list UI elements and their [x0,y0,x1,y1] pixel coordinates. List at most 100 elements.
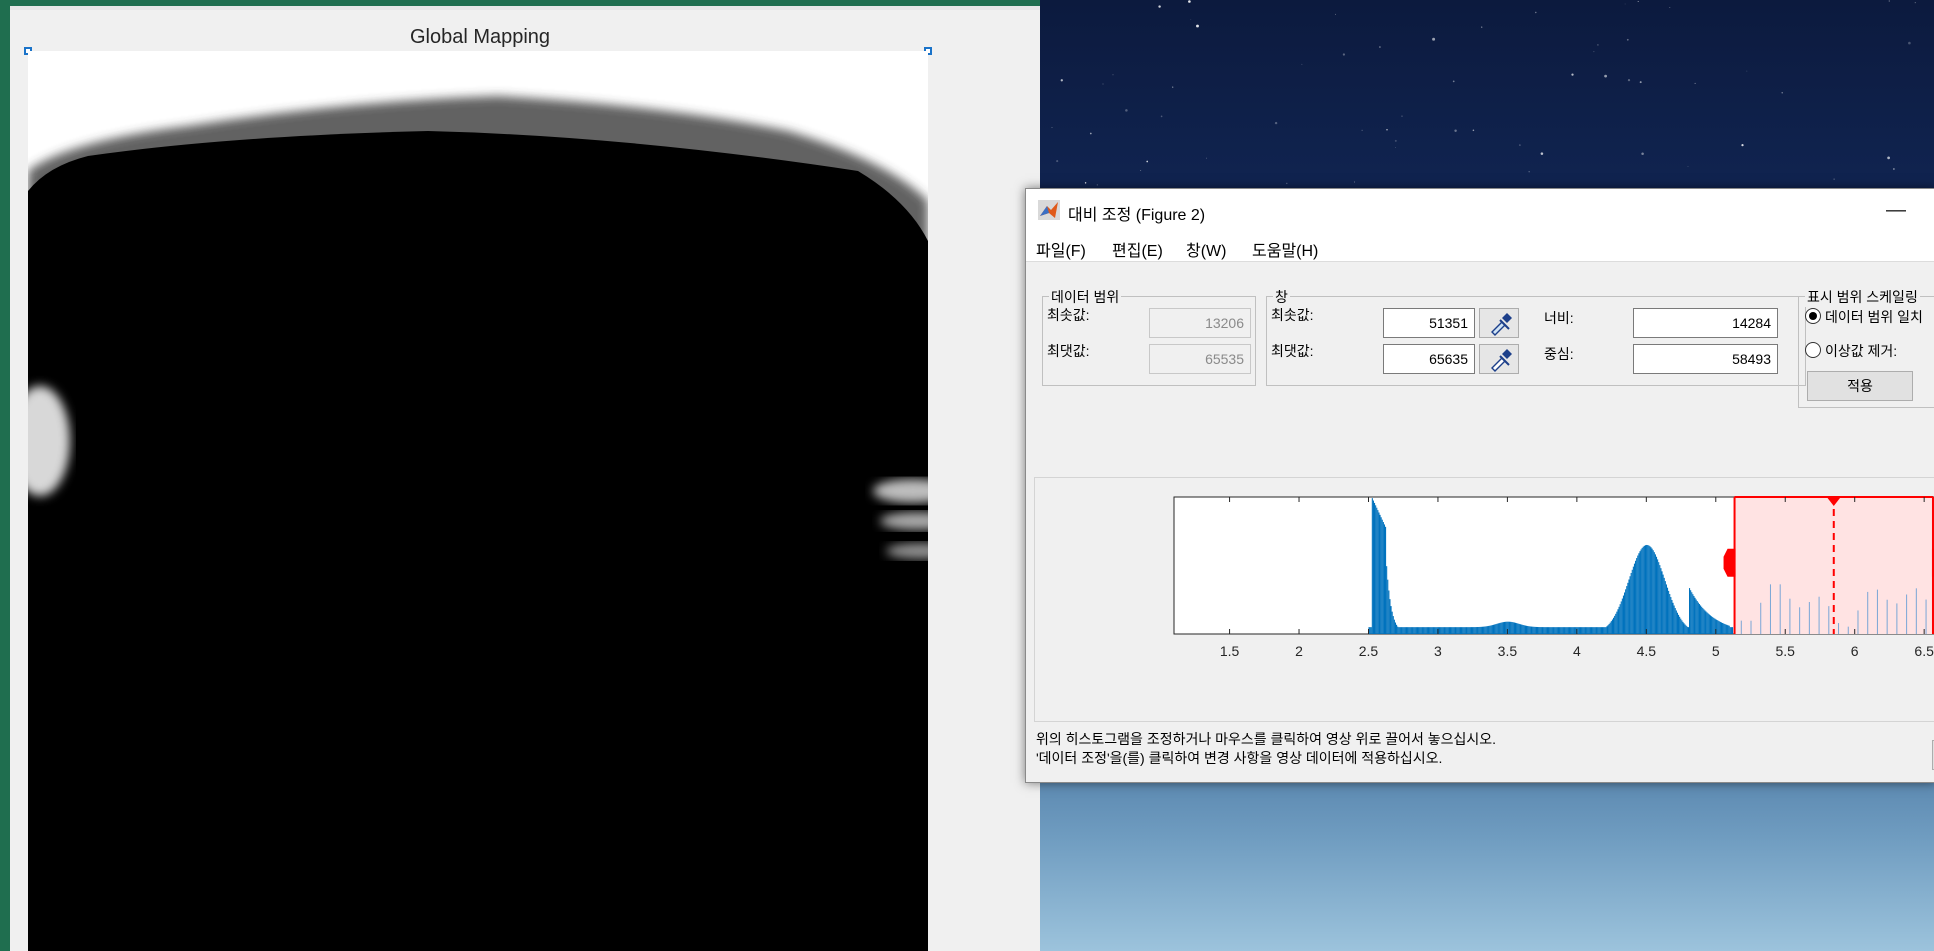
histogram-bar [1500,622,1502,634]
histogram-panel[interactable]: 1.522.533.544.555.566.5× [1034,477,1934,722]
histogram-bar [1382,522,1384,634]
star [1140,170,1142,172]
histogram-bar [1499,622,1501,634]
star [1781,92,1783,94]
histogram-bar [1600,627,1602,634]
histogram-bar [1441,627,1443,634]
star [1190,19,1192,20]
star [1641,152,1644,156]
histogram-bar [1438,627,1441,634]
dialog-titlebar[interactable]: 대비 조정 (Figure 2) — [1026,189,1934,231]
histogram-bar [1607,625,1609,634]
histogram-bar [1473,627,1475,634]
match-data-range-label[interactable]: 데이터 범위 일치 [1825,307,1923,327]
histogram-bar [1495,624,1497,634]
data-min-field: 13206 [1149,308,1251,338]
menu-file[interactable]: 파일(F) [1036,237,1086,261]
star [1188,0,1191,3]
histogram-bar [1479,626,1481,634]
histogram-bar [1478,626,1480,634]
histogram-bar [1415,627,1417,634]
histogram-bar [1691,592,1693,634]
histogram-bar [1422,627,1424,634]
histogram-bar [1540,627,1542,634]
histogram-bar [1474,627,1476,634]
eyedropper-icon [1491,313,1512,336]
histogram-bar [1709,615,1712,634]
menu-edit[interactable]: 편집(E) [1112,237,1163,261]
histogram-bar [1537,626,1539,634]
histogram-bar [1496,623,1498,634]
image-axes[interactable] [28,51,928,951]
histogram-bar [1725,624,1727,634]
histogram-bar [1728,625,1730,634]
histogram-bar [1610,621,1612,634]
histogram-bar [1637,555,1639,634]
star [1394,139,1397,142]
histogram-bar [1433,627,1435,634]
histogram-bar [1565,627,1567,634]
star [1454,129,1457,132]
histogram-bar [1627,582,1629,634]
width-field[interactable]: 14284 [1633,308,1778,338]
histogram-bar [1638,553,1640,634]
star [1051,127,1053,129]
histogram-bar [1426,627,1428,634]
histogram-bar [1511,622,1513,634]
histogram-bar [1769,584,1771,634]
eliminate-outliers-label[interactable]: 이상값 제거: [1825,341,1897,361]
histogram-bar [1636,558,1638,634]
histogram-bar [1546,627,1549,634]
window-min-field[interactable]: 51351 [1383,308,1475,338]
histogram-bar [1577,627,1579,634]
histogram-bar [1568,627,1571,634]
histogram-bar [1488,625,1490,634]
histogram-bar [1475,627,1477,634]
histogram-bar [1579,627,1582,634]
histogram-bar [1480,626,1482,634]
histogram-chart[interactable]: 1.522.533.544.555.566.5× [1035,478,1934,723]
histogram-bar [1698,604,1701,634]
center-field[interactable]: 58493 [1633,344,1778,374]
histogram-bar [1503,621,1506,634]
histogram-bar [1925,599,1927,634]
menu-window[interactable]: 창(W) [1186,237,1226,261]
histogram-bar [1584,627,1586,634]
histogram-bar [1529,626,1531,634]
star [1274,121,1278,125]
histogram-bar [1581,627,1583,634]
star [1914,2,1916,4]
star [1472,129,1475,132]
histogram-bar [1867,591,1869,634]
width-label: 너비: [1544,310,1574,326]
histogram-bar [1513,622,1515,634]
histogram-bar [1518,623,1520,634]
minimize-button[interactable]: — [1876,193,1916,227]
x-tick-label: 4 [1573,643,1581,659]
star [1196,24,1199,28]
match-data-range-radio[interactable] [1805,308,1821,324]
star [1089,132,1092,135]
histogram-bar [1538,627,1540,634]
star [1172,86,1174,88]
histogram-bar [1700,605,1702,634]
eliminate-outliers-radio[interactable] [1805,342,1821,358]
histogram-bar [1393,619,1395,634]
x-tick-label: 3.5 [1498,643,1518,659]
histogram-bar [1455,627,1457,634]
histogram-bar [1564,627,1566,634]
histogram-bar [1397,626,1399,634]
histogram-bar [1379,514,1381,634]
histogram-bar [1670,597,1672,634]
histogram-bar [1562,627,1564,634]
histogram-bar [1618,606,1620,634]
menu-help[interactable]: 도움말(H) [1252,237,1318,261]
histogram-bar [1760,602,1762,634]
apply-button[interactable]: 적용 [1807,371,1913,401]
min-eyedropper-button[interactable] [1479,308,1519,338]
histogram-bar [1702,608,1704,634]
max-eyedropper-button[interactable] [1479,344,1519,374]
window-max-field[interactable]: 65635 [1383,344,1475,374]
figure1-window: Global Mapping [10,6,1040,951]
histogram-bar [1449,627,1452,634]
